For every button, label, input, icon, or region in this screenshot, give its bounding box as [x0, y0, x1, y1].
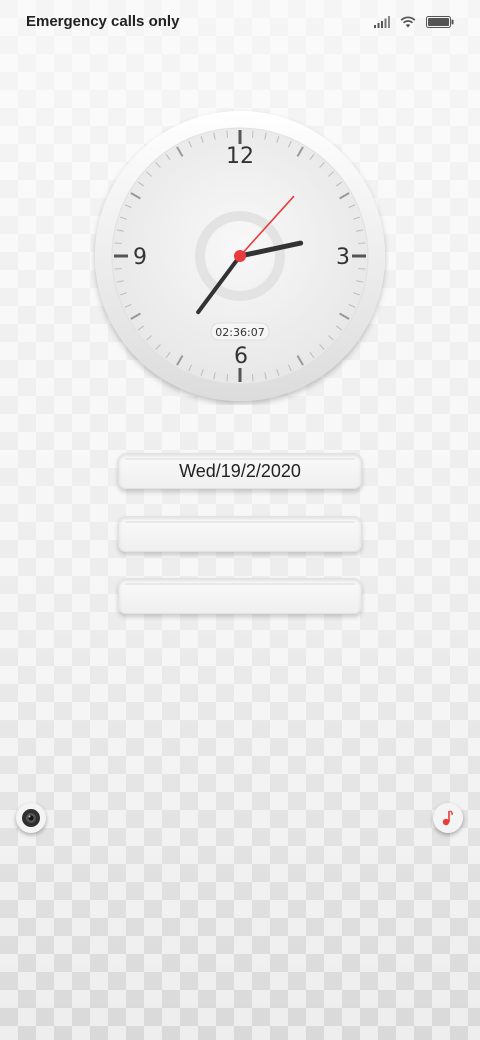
analog-clock: 12 3 6 9 02:36:07	[91, 107, 389, 405]
numeral-6: 6	[234, 344, 248, 369]
status-icons	[374, 14, 454, 30]
center-cap	[234, 250, 246, 262]
numeral-12: 12	[226, 144, 254, 169]
clock-face: 12 3 6 9 02:36:07	[95, 111, 385, 401]
info-box-2	[118, 516, 362, 552]
wifi-icon	[400, 16, 416, 28]
info-box-3-inset	[125, 583, 355, 585]
camera-shortcut-button[interactable]	[16, 803, 46, 833]
status-bar: Emergency calls only	[0, 0, 480, 44]
date-box: Wed/19/2/2020	[118, 453, 362, 489]
date-box-inset	[125, 458, 355, 460]
music-note-icon	[442, 810, 453, 826]
camera-icon	[22, 809, 40, 827]
signal-icon	[374, 16, 390, 28]
music-shortcut-button[interactable]	[433, 803, 463, 833]
info-box-3	[118, 578, 362, 614]
battery-icon	[426, 16, 454, 28]
date-text: Wed/19/2/2020	[179, 460, 301, 481]
info-box-2-inset	[125, 521, 355, 523]
carrier-status-text: Emergency calls only	[26, 13, 180, 30]
digital-time: 02:36:07	[215, 326, 264, 339]
numeral-9: 9	[133, 245, 147, 270]
numeral-3: 3	[336, 245, 350, 270]
